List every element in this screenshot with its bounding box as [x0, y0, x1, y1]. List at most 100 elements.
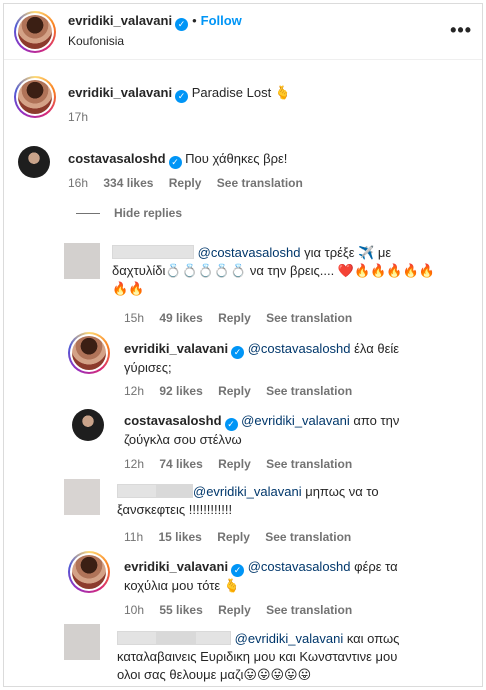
blurred-username[interactable] — [117, 631, 157, 645]
comment-line: costavasaloshd ✓ Που χάθηκες βρε! — [68, 150, 287, 169]
reply-time: 10h — [124, 603, 145, 617]
reply-text-line1: για τρέξε ✈️ με — [304, 245, 392, 260]
post-location[interactable]: Koufonisia — [68, 34, 124, 48]
reply-text-line2: δαχτυλίδι💍💍💍💍💍 να την βρεις.... ❤️🔥🔥🔥🔥🔥 — [112, 263, 435, 278]
verified-badge-icon: ✓ — [231, 346, 245, 359]
see-translation-button[interactable]: See translation — [266, 457, 352, 471]
verified-badge-icon: ✓ — [224, 418, 238, 431]
separator-dot: • — [192, 13, 197, 28]
reply-meta: 10h 55 likes Reply See translation — [124, 603, 364, 617]
header-user-line: evridiki_valavani ✓ • Follow — [68, 13, 242, 31]
caption-text: Paradise Lost — [191, 85, 272, 100]
see-translation-button[interactable]: See translation — [266, 603, 352, 617]
reply-mention[interactable]: @evridiki_valavani — [193, 484, 302, 499]
reply-text-line2: καταλαβαινεις Ευριδικη μου και Κωνσταντι… — [117, 649, 398, 664]
reply-text-line1: φέρε τα — [354, 559, 398, 574]
caption-avatar[interactable] — [14, 76, 56, 118]
verified-badge-icon: ✓ — [168, 156, 182, 169]
reply-username[interactable]: evridiki_valavani — [124, 559, 228, 574]
reply-button[interactable]: Reply — [218, 384, 251, 398]
reply-text-line2: ξανσκεφτεις !!!!!!!!!!!! — [117, 502, 233, 517]
reply-body: @evridiki_valavani μηπως να το ξανσκεφτε… — [117, 483, 472, 519]
post-comments-panel: evridiki_valavani ✓ • Follow Koufonisia •••… — [3, 3, 483, 687]
reply-avatar[interactable] — [64, 624, 100, 660]
blurred-username[interactable] — [157, 631, 195, 645]
caption-line: evridiki_valavani ✓ Paradise Lost 🫰 — [68, 84, 291, 103]
reply-text-line3: 🔥🔥 — [112, 281, 145, 296]
reply-button[interactable]: Reply — [218, 311, 251, 325]
reply-text-line2: γύρισες; — [124, 360, 172, 375]
see-translation-button[interactable]: See translation — [266, 384, 352, 398]
reply-time: 12h — [124, 384, 145, 398]
reply-avatar[interactable] — [72, 409, 104, 441]
reply-text-line1: έλα θείε — [354, 341, 400, 356]
reply-mention[interactable]: @costavasaloshd — [198, 245, 301, 260]
reply-button[interactable]: Reply — [218, 603, 251, 617]
hide-replies-line — [76, 212, 100, 214]
reply-meta: 11h 15 likes Reply See translation — [124, 530, 363, 544]
reply-avatar[interactable] — [64, 243, 100, 279]
reply-username[interactable]: evridiki_valavani — [124, 341, 228, 356]
blurred-username[interactable] — [117, 484, 157, 498]
caption-time: 17h — [68, 110, 89, 124]
reply-time: 12h — [124, 457, 145, 471]
more-options-icon[interactable]: ••• — [450, 20, 472, 41]
reply-avatar[interactable] — [68, 551, 110, 593]
verified-badge-icon: ✓ — [175, 90, 189, 103]
reply-emoji: 🫰 — [223, 578, 241, 593]
verified-badge-icon: ✓ — [231, 564, 245, 577]
comment-text: Που χάθηκες βρε! — [185, 151, 288, 166]
caption-username[interactable]: evridiki_valavani — [68, 85, 172, 100]
see-translation-button[interactable]: See translation — [217, 176, 303, 190]
comment-meta: 16h 334 likes Reply See translation — [68, 176, 315, 190]
reply-time: 11h — [124, 530, 144, 544]
blurred-username[interactable] — [195, 631, 231, 645]
reply-text-line3: ολοι σας θελουμε μαζι😛😛😛😛😛 — [117, 667, 312, 682]
reply-mention[interactable]: @costavasaloshd — [248, 341, 351, 356]
post-header: evridiki_valavani ✓ • Follow Koufonisia ••• — [4, 4, 482, 60]
reply-body: evridiki_valavani ✓ @costavasaloshd έλα θ… — [124, 340, 474, 377]
verified-badge-icon: ✓ — [175, 18, 189, 31]
reply-text-line1: και οπως — [346, 631, 400, 646]
caption-emoji: 🫰 — [274, 85, 292, 100]
comment-username[interactable]: costavasaloshd — [68, 151, 166, 166]
see-translation-button[interactable]: See translation — [265, 530, 351, 544]
reply-username[interactable]: costavasaloshd — [124, 413, 222, 428]
reply-avatar[interactable] — [64, 479, 100, 515]
reply-button[interactable]: Reply — [218, 457, 251, 471]
reply-text-line1: απο την — [353, 413, 400, 428]
comment-avatar[interactable] — [18, 146, 50, 178]
reply-avatar[interactable] — [68, 332, 110, 374]
reply-text-line1: μηπως να το — [305, 484, 379, 499]
reply-mention[interactable]: @evridiki_valavani — [235, 631, 344, 646]
hide-replies-label: Hide replies — [114, 206, 183, 220]
reply-time: 15h — [124, 311, 145, 325]
comment-time: 16h — [68, 176, 89, 190]
reply-likes[interactable]: 92 likes — [159, 384, 202, 398]
reply-body: costavasaloshd ✓ @evridiki_valavani απο τ… — [124, 412, 474, 449]
header-avatar[interactable] — [14, 11, 56, 53]
hide-replies-button[interactable]: Hide replies — [76, 206, 182, 220]
reply-meta: 12h 74 likes Reply See translation — [124, 457, 364, 471]
reply-likes[interactable]: 15 likes — [158, 530, 201, 544]
reply-meta: 15h 49 likes Reply See translation — [124, 311, 364, 325]
follow-button[interactable]: Follow — [201, 13, 242, 28]
reply-likes[interactable]: 74 likes — [159, 457, 202, 471]
reply-button[interactable]: Reply — [217, 530, 250, 544]
reply-body: evridiki_valavani ✓ @costavasaloshd φέρε … — [124, 558, 474, 595]
reply-likes[interactable]: 49 likes — [159, 311, 202, 325]
reply-text-line2: ζούγκλα σου στέλνω — [124, 432, 242, 447]
blurred-username[interactable] — [157, 484, 193, 498]
reply-mention[interactable]: @costavasaloshd — [248, 559, 351, 574]
reply-button[interactable]: Reply — [169, 176, 202, 190]
reply-mention[interactable]: @evridiki_valavani — [241, 413, 350, 428]
see-translation-button[interactable]: See translation — [266, 311, 352, 325]
blurred-username[interactable] — [112, 245, 194, 259]
reply-body: @costavasaloshd για τρέξε ✈️ με δαχτυλίδ… — [112, 244, 472, 298]
comment-likes[interactable]: 334 likes — [103, 176, 153, 190]
header-username[interactable]: evridiki_valavani — [68, 13, 172, 28]
reply-likes[interactable]: 55 likes — [159, 603, 202, 617]
reply-meta: 12h 92 likes Reply See translation — [124, 384, 364, 398]
reply-body: @evridiki_valavani και οπως καταλαβαινει… — [117, 630, 477, 684]
reply-text-line2: κοχύλια μου τότε — [124, 578, 221, 593]
